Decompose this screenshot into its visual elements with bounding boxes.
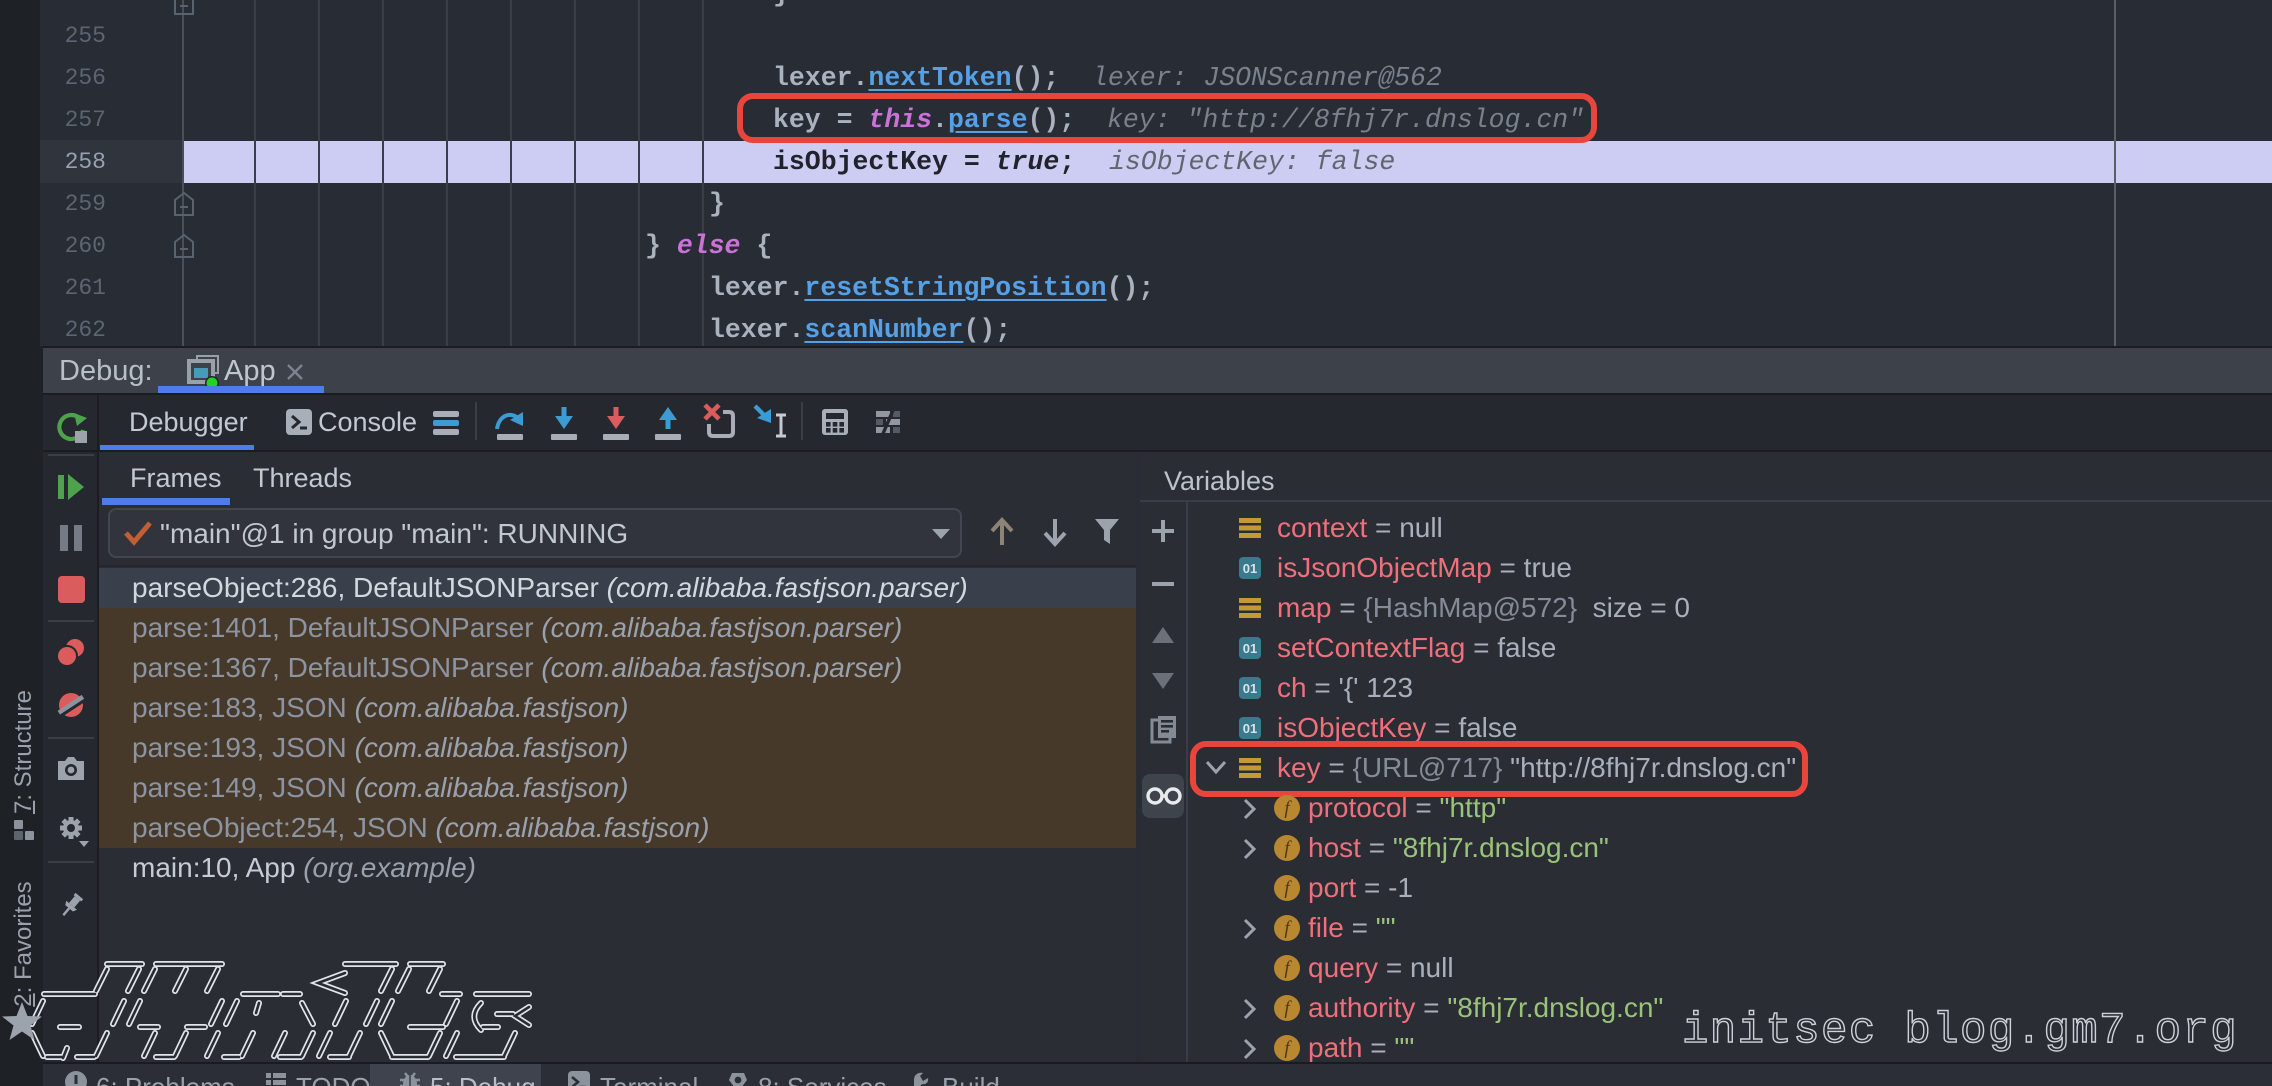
svg-text:01: 01 bbox=[1243, 561, 1257, 576]
svg-text:01: 01 bbox=[1243, 641, 1257, 656]
svg-text:01: 01 bbox=[1243, 681, 1257, 696]
svg-text:01: 01 bbox=[1243, 721, 1257, 736]
